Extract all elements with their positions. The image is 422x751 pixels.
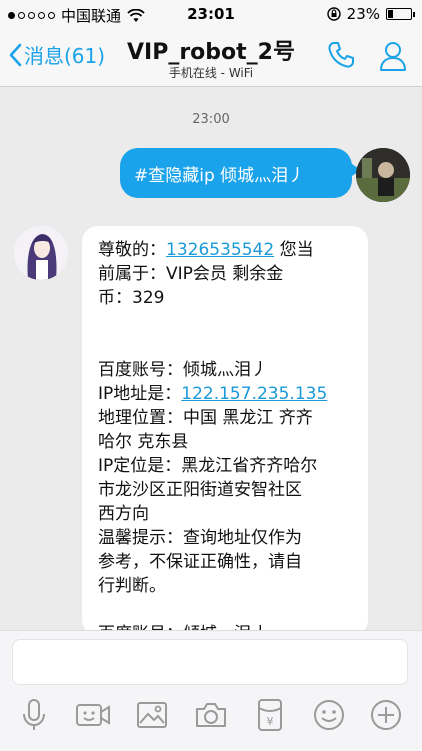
anime-girl-avatar-icon xyxy=(14,226,68,280)
camera-icon[interactable] xyxy=(191,695,231,735)
greeting-line: 尊敬的：1326535542 您当 xyxy=(98,240,314,260)
battery-percent: 23% xyxy=(346,5,380,23)
battery-icon xyxy=(386,8,415,20)
phone-link[interactable]: 1326535542 xyxy=(166,240,274,260)
geo-line-2: 哈尔 克东县 xyxy=(98,432,189,452)
tip-line-3: 行判断。 xyxy=(98,576,166,596)
emoji-icon[interactable] xyxy=(309,695,349,735)
account-line: 百度账号：倾城灬泪丿 xyxy=(98,360,268,380)
phone-icon[interactable] xyxy=(326,40,356,70)
profile-icon[interactable] xyxy=(378,40,408,72)
chat-title: VIP_robot_2号 xyxy=(127,40,295,65)
coins-line: 币：329 xyxy=(98,288,165,308)
incoming-message[interactable]: 尊敬的：1326535542 您当 前属于：VIP会员 剩余金 币：329 百度… xyxy=(82,226,368,636)
tip-line-1: 温馨提示：查询地址仅作为 xyxy=(98,528,302,548)
outgoing-message-text: #查隐藏ip 倾城灬泪丿 xyxy=(134,165,306,186)
image-icon[interactable] xyxy=(132,695,172,735)
ipgeo-line-3: 西方向 xyxy=(98,504,149,524)
user-photo-icon xyxy=(356,148,410,202)
online-status: 手机在线 - WiFi xyxy=(168,66,254,80)
svg-text:¥: ¥ xyxy=(267,715,274,728)
message-input[interactable] xyxy=(12,639,408,685)
robot-avatar[interactable] xyxy=(14,226,68,280)
message-timestamp: 23:00 xyxy=(192,112,230,127)
red-packet-icon[interactable]: ¥ xyxy=(250,695,290,735)
outgoing-message[interactable]: #查隐藏ip 倾城灬泪丿 xyxy=(120,148,361,198)
battery-area: 23% xyxy=(326,5,415,23)
ip-line: IP地址是：122.157.235.135 xyxy=(98,384,328,404)
plus-icon[interactable] xyxy=(366,695,406,735)
membership-line: 前属于：VIP会员 剩余金 xyxy=(98,264,284,284)
microphone-icon[interactable] xyxy=(14,695,54,735)
tip-line-2: 参考，不保证正确性，请自 xyxy=(98,552,302,572)
ip-link[interactable]: 122.157.235.135 xyxy=(181,384,327,404)
status-bar: 中国联通 23:01 23% xyxy=(0,0,422,28)
ipgeo-line-1: IP定位是：黑龙江省齐齐哈尔 xyxy=(98,456,318,476)
rotation-lock-icon xyxy=(326,7,341,21)
video-icon[interactable] xyxy=(73,695,113,735)
geo-line-1: 地理位置：中国 黑龙江 齐齐 xyxy=(98,408,313,428)
chat-header: 消息(61) VIP_robot_2号 手机在线 - WiFi xyxy=(0,28,422,87)
ipgeo-line-2: 市龙沙区正阳街道安智社区 xyxy=(98,480,302,500)
input-bar: ¥ xyxy=(0,630,422,751)
my-avatar[interactable] xyxy=(356,148,410,202)
chat-toolbar: ¥ xyxy=(0,695,422,735)
